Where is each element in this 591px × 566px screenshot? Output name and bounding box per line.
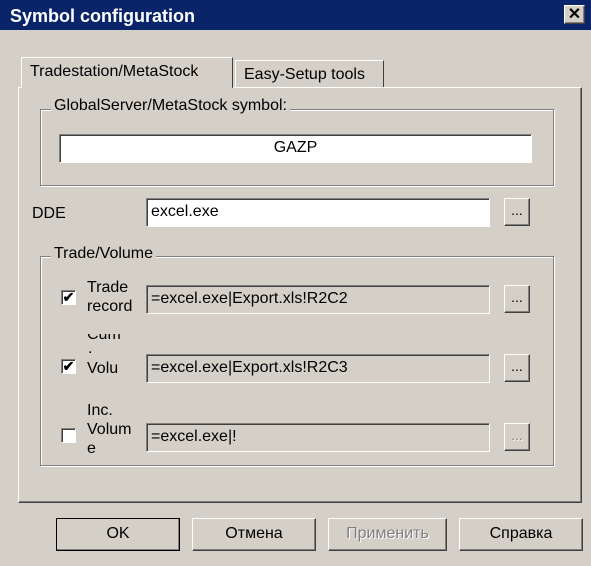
trade-record-browse-button[interactable]: ... [504, 285, 530, 313]
cum-volume-checkbox[interactable]: ✔ [61, 359, 76, 374]
inc-volume-label: Inc. Volum e [87, 402, 143, 456]
inc-volume-label-line: e [87, 440, 96, 456]
inc-volume-label-line: Volum [87, 421, 132, 438]
title-bar[interactable]: Symbol configuration ✕ [0, 0, 591, 30]
dde-browse-button[interactable]: ... [504, 198, 530, 226]
close-button[interactable]: ✕ [564, 5, 585, 24]
cum-volume-label-line: . [88, 340, 93, 357]
tab-easy-setup-tools[interactable]: Easy-Setup tools [235, 60, 384, 88]
dde-label: DDE [32, 205, 66, 222]
window-title: Symbol configuration [10, 6, 196, 26]
cum-volume-label: Cum . Volu [87, 334, 143, 384]
inc-volume-browse-button: ... [504, 423, 530, 451]
trade-volume-group-title: Trade/Volume [51, 245, 157, 263]
tab-tradestation-metastock[interactable]: Tradestation/MetaStock [21, 57, 233, 88]
apply-button: Применить [328, 518, 447, 551]
symbol-field[interactable]: GAZP [59, 134, 532, 163]
cum-volume-field[interactable]: =excel.exe|Export.xls!R2C3 [146, 354, 490, 383]
ok-button[interactable]: OK [56, 518, 180, 551]
dde-field[interactable]: excel.exe [146, 198, 490, 227]
help-button[interactable]: Справка [459, 518, 583, 551]
trade-record-label: Trade record [87, 279, 143, 323]
cum-volume-label-line: Volu [87, 360, 119, 377]
cum-volume-browse-button[interactable]: ... [504, 354, 530, 382]
inc-volume-checkbox[interactable] [61, 428, 76, 443]
inc-volume-field[interactable]: =excel.exe|! [146, 423, 490, 452]
symbol-configuration-dialog: Symbol configuration ✕ Tradestation/Meta… [0, 0, 591, 566]
trade-record-checkbox[interactable]: ✔ [61, 290, 76, 305]
trade-record-label-line: record [87, 298, 133, 315]
cancel-button[interactable]: Отмена [192, 518, 316, 551]
close-icon: ✕ [567, 6, 582, 23]
inc-volume-label-line: Inc. [87, 402, 113, 419]
symbol-group-title: GlobalServer/MetaStock symbol: [51, 97, 290, 115]
trade-record-label-line: Trade [87, 279, 129, 296]
trade-record-field[interactable]: =excel.exe|Export.xls!R2C2 [146, 285, 490, 314]
